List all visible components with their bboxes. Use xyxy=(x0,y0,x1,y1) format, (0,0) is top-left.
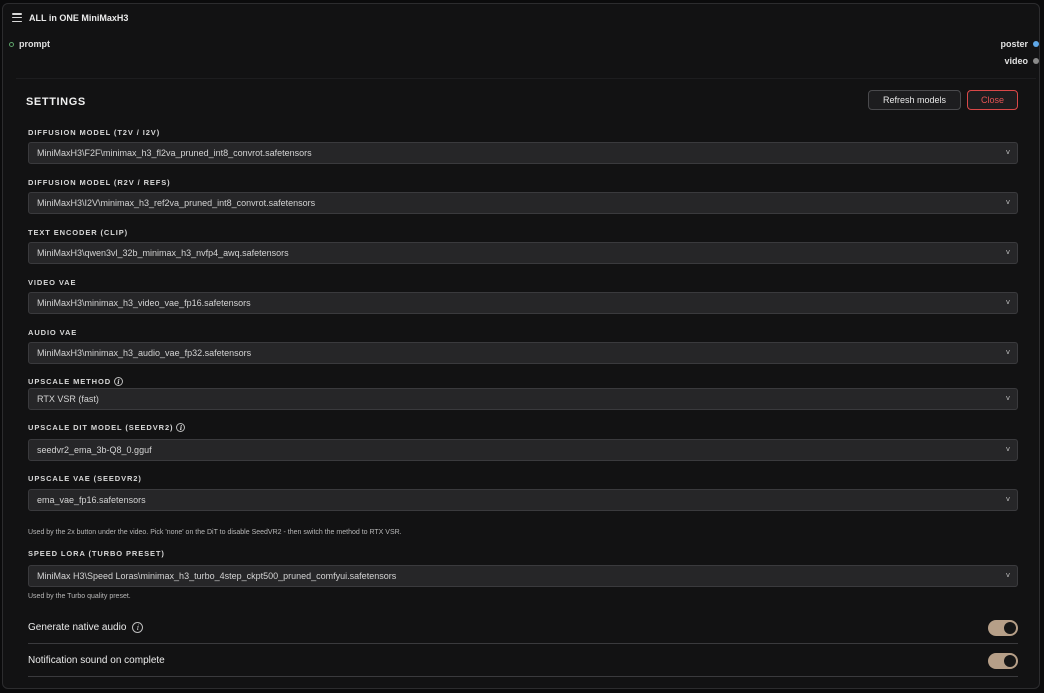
speed-lora-select[interactable]: MiniMax H3\Speed Loras\minimax_h3_turbo_… xyxy=(28,565,1018,587)
menu-icon[interactable] xyxy=(12,13,22,22)
video-vae-select[interactable]: MiniMaxH3\minimax_h3_video_vae_fp16.safe… xyxy=(28,292,1018,314)
upscale-hint-text: Used by the 2x button under the video. P… xyxy=(28,529,402,536)
input-slot-prompt[interactable]: prompt xyxy=(9,39,50,49)
field-label: VIDEO VAE xyxy=(28,278,77,287)
select-value: RTX VSR (fast) xyxy=(37,394,99,404)
upscale-dit-model-select[interactable]: seedvr2_ema_3b-Q8_0.gguf v xyxy=(28,439,1018,461)
toggle-label: Generate native audio i xyxy=(28,622,144,633)
info-icon[interactable]: i xyxy=(132,622,144,633)
output-slot-label: poster xyxy=(1000,39,1028,49)
select-value: seedvr2_ema_3b-Q8_0.gguf xyxy=(37,445,152,455)
toggle-knob xyxy=(1004,622,1016,634)
toggle-knob xyxy=(1004,655,1016,667)
select-value: MiniMaxH3\qwen3vl_32b_minimax_h3_nvfp4_a… xyxy=(37,248,289,258)
node-titlebar[interactable]: ALL in ONE MiniMaxH3 xyxy=(3,4,1039,32)
select-value: MiniMaxH3\I2V\minimax_h3_ref2va_pruned_i… xyxy=(37,198,316,208)
chevron-down-icon: v xyxy=(1005,348,1010,356)
field-label: TEXT ENCODER (CLIP) xyxy=(28,228,129,237)
input-slot-label: prompt xyxy=(19,39,50,49)
chevron-down-icon: v xyxy=(1005,571,1010,579)
select-value: MiniMaxH3\minimax_h3_video_vae_fp16.safe… xyxy=(37,298,251,308)
lora-hint-text: Used by the Turbo quality preset. xyxy=(28,593,131,600)
field-label: SPEED LORA (TURBO PRESET) xyxy=(28,549,165,558)
info-icon[interactable]: i xyxy=(114,377,124,386)
select-value: MiniMaxH3\minimax_h3_audio_vae_fp32.safe… xyxy=(37,348,252,358)
field-label: UPSCALE DIT MODEL (SEEDVR2) i xyxy=(28,423,186,432)
chevron-down-icon: v xyxy=(1005,495,1010,503)
chevron-down-icon: v xyxy=(1005,248,1010,256)
output-dot-icon[interactable] xyxy=(1033,58,1039,64)
native-audio-toggle[interactable] xyxy=(988,620,1018,636)
diffusion-model-t2v-select[interactable]: MiniMaxH3\F2F\minimax_h3_fl2va_pruned_in… xyxy=(28,142,1018,164)
chevron-down-icon: v xyxy=(1005,445,1010,453)
toggle-row-native-audio: Generate native audio i xyxy=(28,612,1018,644)
chevron-down-icon: v xyxy=(1005,198,1010,206)
chevron-down-icon: v xyxy=(1005,298,1010,306)
output-dot-icon[interactable] xyxy=(1033,41,1039,47)
node-title: ALL in ONE MiniMaxH3 xyxy=(29,13,129,23)
output-slot-video[interactable]: video xyxy=(1004,56,1039,66)
toggle-row-notification-sound: Notification sound on complete xyxy=(28,645,1018,677)
field-label: DIFFUSION MODEL (R2V / REFS) xyxy=(28,178,171,187)
toggle-label: Notification sound on complete xyxy=(28,655,165,666)
output-slot-label: video xyxy=(1004,56,1028,66)
input-dot-icon[interactable] xyxy=(9,41,14,47)
diffusion-model-r2v-select[interactable]: MiniMaxH3\I2V\minimax_h3_ref2va_pruned_i… xyxy=(28,192,1018,214)
settings-title: SETTINGS xyxy=(26,96,86,108)
audio-vae-select[interactable]: MiniMaxH3\minimax_h3_audio_vae_fp32.safe… xyxy=(28,342,1018,364)
notification-sound-toggle[interactable] xyxy=(988,653,1018,669)
field-label: UPSCALE VAE (SEEDVR2) xyxy=(28,474,142,483)
field-label: DIFFUSION MODEL (T2V / I2V) xyxy=(28,128,161,137)
select-value: ema_vae_fp16.safetensors xyxy=(37,495,146,505)
upscale-method-select[interactable]: RTX VSR (fast) v xyxy=(28,388,1018,410)
upscale-vae-select[interactable]: ema_vae_fp16.safetensors v xyxy=(28,489,1018,511)
refresh-models-button[interactable]: Refresh models xyxy=(868,90,961,110)
field-label: AUDIO VAE xyxy=(28,328,78,337)
output-slot-poster[interactable]: poster xyxy=(1000,39,1039,49)
chevron-down-icon: v xyxy=(1005,394,1010,402)
info-icon[interactable]: i xyxy=(176,423,186,432)
chevron-down-icon: v xyxy=(1005,148,1010,156)
select-value: MiniMax H3\Speed Loras\minimax_h3_turbo_… xyxy=(37,571,397,581)
select-value: MiniMaxH3\F2F\minimax_h3_fl2va_pruned_in… xyxy=(37,148,312,158)
settings-panel: SETTINGS Refresh models Close DIFFUSION … xyxy=(16,78,1036,687)
field-label: UPSCALE METHOD i xyxy=(28,377,124,386)
text-encoder-select[interactable]: MiniMaxH3\qwen3vl_32b_minimax_h3_nvfp4_a… xyxy=(28,242,1018,264)
close-button[interactable]: Close xyxy=(967,90,1018,110)
